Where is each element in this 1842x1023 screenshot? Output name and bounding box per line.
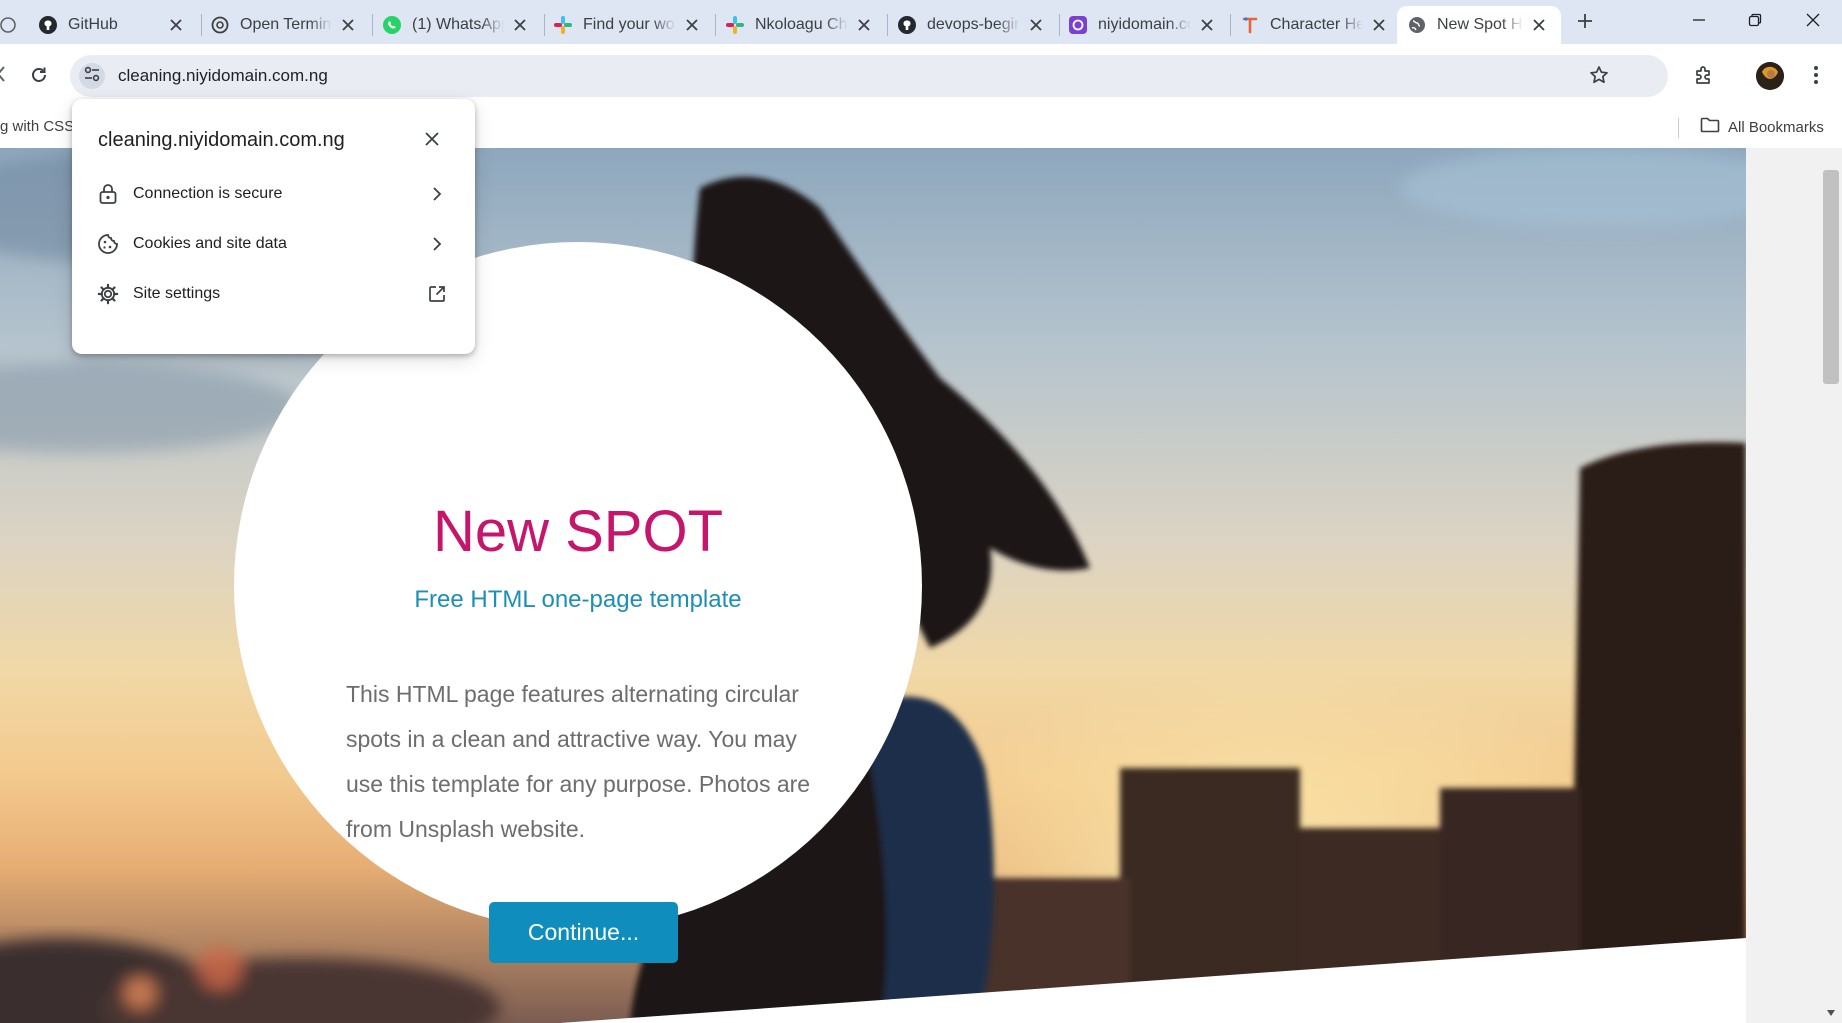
tab-slack-nkoloagu[interactable]: Nkoloagu Chi bbox=[715, 6, 886, 44]
popup-item-label: Site settings bbox=[133, 285, 221, 302]
close-tab-icon[interactable] bbox=[1026, 15, 1046, 35]
popup-item-label: Cookies and site data bbox=[133, 235, 287, 252]
reload-icon bbox=[29, 65, 49, 90]
minimize-icon bbox=[1692, 13, 1706, 32]
tab-devops-beginner[interactable]: devops-beginner bbox=[887, 6, 1058, 44]
open-in-new-icon bbox=[426, 283, 448, 305]
openai-icon bbox=[210, 15, 230, 35]
popup-item-label: Connection is secure bbox=[133, 185, 283, 202]
star-icon bbox=[1589, 65, 1609, 90]
t-icon bbox=[1240, 15, 1260, 35]
tab-niyidomain[interactable]: niyidomain.com bbox=[1058, 6, 1229, 44]
tab-character-headcount[interactable]: Character Headcount bbox=[1230, 6, 1401, 44]
cookie-icon bbox=[96, 232, 120, 256]
profile-avatar[interactable] bbox=[1756, 62, 1784, 90]
tab-title: Character Headcount bbox=[1270, 16, 1363, 33]
popup-domain-title: cleaning.niyidomain.com.ng bbox=[98, 129, 345, 151]
folder-icon bbox=[1700, 116, 1720, 139]
lock-icon bbox=[96, 182, 120, 206]
close-window-button[interactable] bbox=[1788, 4, 1838, 40]
caret-down-icon bbox=[1826, 1004, 1836, 1022]
restore-icon bbox=[1748, 13, 1762, 32]
cookies-site-data-row[interactable]: Cookies and site data bbox=[72, 222, 475, 266]
restore-button[interactable] bbox=[1730, 4, 1780, 40]
site-info-popup: cleaning.niyidomain.com.ng Connection is… bbox=[72, 99, 475, 354]
url-text[interactable]: cleaning.niyidomain.com.ng bbox=[118, 66, 328, 86]
close-tab-icon[interactable] bbox=[510, 15, 530, 35]
tab-title: niyidomain.com bbox=[1098, 16, 1191, 33]
slack-icon bbox=[553, 15, 573, 35]
tab-open-terminal[interactable]: Open Terminal bbox=[200, 6, 370, 44]
bookmarks-separator bbox=[1678, 118, 1679, 138]
kebab-menu-icon bbox=[1813, 65, 1819, 90]
scroll-down-button[interactable] bbox=[1824, 1006, 1838, 1020]
tab-new-spot-active[interactable]: New Spot HTML bbox=[1397, 6, 1561, 44]
chevron-right-icon bbox=[426, 233, 448, 255]
extensions-button[interactable] bbox=[1690, 63, 1718, 91]
plus-icon bbox=[1577, 13, 1593, 34]
all-bookmarks-label: All Bookmarks bbox=[1728, 119, 1824, 136]
new-tab-button[interactable] bbox=[1572, 10, 1598, 36]
menu-button[interactable] bbox=[1804, 64, 1828, 90]
tab-strip: GitHub Open Terminal (1) WhatsApp Find y… bbox=[0, 0, 1842, 44]
scrollbar-thumb[interactable] bbox=[1823, 170, 1839, 384]
close-tab-icon[interactable] bbox=[854, 15, 874, 35]
close-tab-icon[interactable] bbox=[1197, 15, 1217, 35]
address-bar[interactable]: cleaning.niyidomain.com.ng bbox=[70, 55, 1668, 97]
tab-title: devops-beginner bbox=[927, 16, 1020, 33]
tab-title: (1) WhatsApp bbox=[412, 16, 504, 33]
close-tab-icon[interactable] bbox=[682, 15, 702, 35]
back-button[interactable] bbox=[0, 64, 8, 88]
popup-close-button[interactable] bbox=[421, 130, 443, 152]
chevron-right-icon bbox=[426, 183, 448, 205]
back-arrow-icon bbox=[0, 65, 6, 88]
github-icon bbox=[38, 15, 58, 35]
close-tab-icon[interactable] bbox=[1529, 15, 1549, 35]
globe-icon bbox=[1407, 15, 1427, 35]
gear-icon bbox=[96, 282, 120, 306]
globe-icon bbox=[0, 15, 18, 35]
close-tab-icon[interactable] bbox=[1369, 15, 1389, 35]
tab-title: Find your workspace bbox=[583, 16, 676, 33]
continue-button[interactable]: Continue... bbox=[489, 902, 678, 963]
minimize-button[interactable] bbox=[1674, 4, 1724, 40]
domain-icon bbox=[1068, 15, 1088, 35]
tab-whatsapp[interactable]: (1) WhatsApp bbox=[372, 6, 542, 44]
site-info-button[interactable] bbox=[79, 63, 105, 89]
bookmark-star-button[interactable] bbox=[1586, 64, 1612, 90]
tab-title: Nkoloagu Chi bbox=[755, 16, 848, 33]
tab-title: New Spot HTML bbox=[1437, 16, 1523, 33]
page-title: New SPOT bbox=[432, 499, 724, 564]
tab-slack-workspace[interactable]: Find your workspace bbox=[543, 6, 714, 44]
reload-button[interactable] bbox=[26, 64, 52, 90]
close-icon bbox=[425, 131, 439, 151]
tab-github[interactable]: GitHub bbox=[28, 6, 198, 44]
page-subtitle: Free HTML one-page template bbox=[414, 586, 742, 613]
whatsapp-icon bbox=[382, 15, 402, 35]
site-settings-row[interactable]: Site settings bbox=[72, 272, 475, 316]
bookmark-item[interactable]: g with CSS bbox=[0, 118, 74, 135]
slack-icon bbox=[725, 15, 745, 35]
puzzle-icon bbox=[1693, 64, 1715, 91]
github-icon bbox=[897, 15, 917, 35]
close-icon bbox=[1806, 13, 1820, 32]
tab-title: Open Terminal bbox=[240, 16, 332, 33]
page-description: This HTML page features alternating circ… bbox=[346, 681, 811, 842]
close-tab-icon[interactable] bbox=[166, 15, 186, 35]
close-tab-icon[interactable] bbox=[338, 15, 358, 35]
tab-partial[interactable] bbox=[0, 6, 16, 44]
tab-title: GitHub bbox=[68, 16, 118, 33]
connection-secure-row[interactable]: Connection is secure bbox=[72, 172, 475, 216]
all-bookmarks-button[interactable]: All Bookmarks bbox=[1700, 116, 1824, 139]
tune-icon bbox=[83, 65, 101, 88]
